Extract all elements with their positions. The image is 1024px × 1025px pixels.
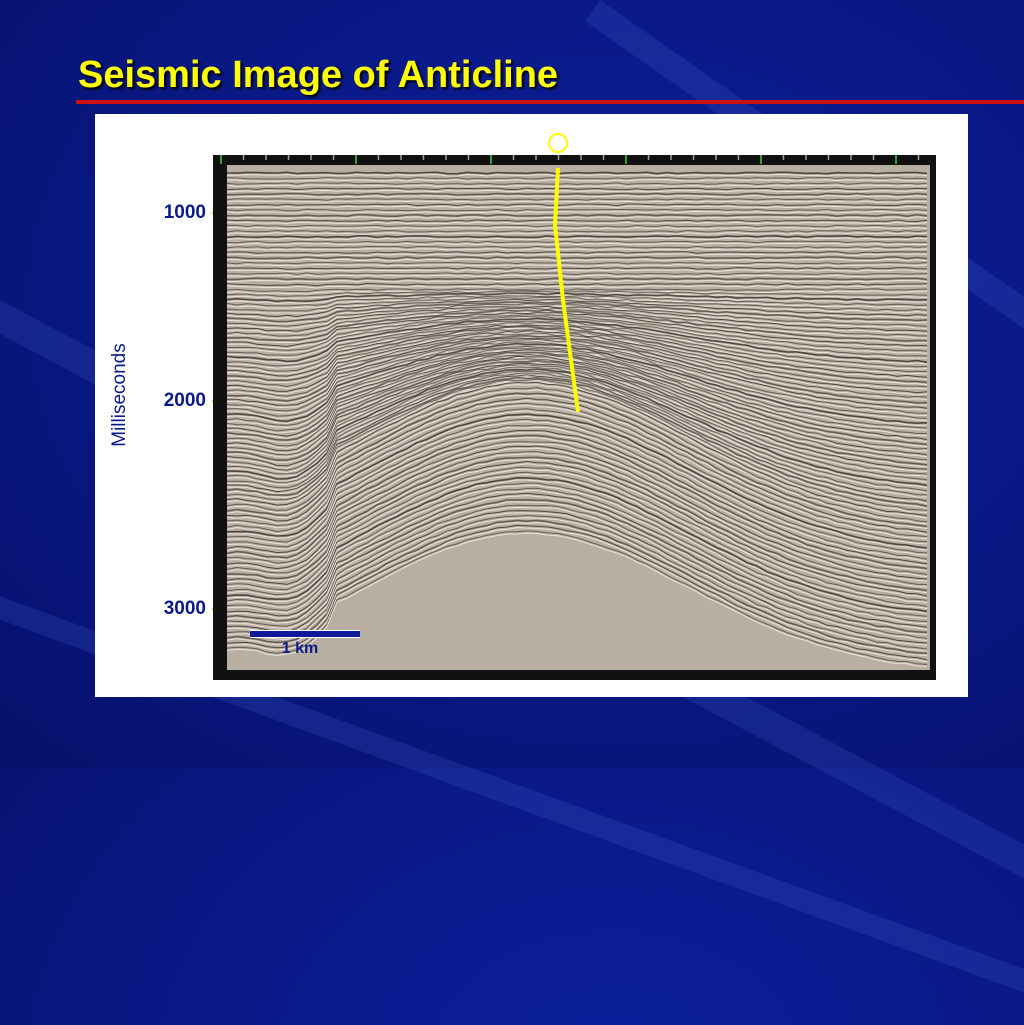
y-axis-label: Milliseconds (109, 343, 130, 447)
y-tick-label: 2000 (163, 390, 206, 411)
y-tick-label: 3000 (163, 598, 206, 619)
title-underline (76, 100, 1024, 104)
circle-icon (548, 133, 568, 153)
slide-title: Seismic Image of Anticline (78, 54, 559, 96)
well-trace (553, 167, 580, 413)
y-tick-label: 1000 (163, 202, 206, 223)
scale-bar (250, 630, 360, 638)
scale-bar-label: 1 km (281, 640, 319, 657)
